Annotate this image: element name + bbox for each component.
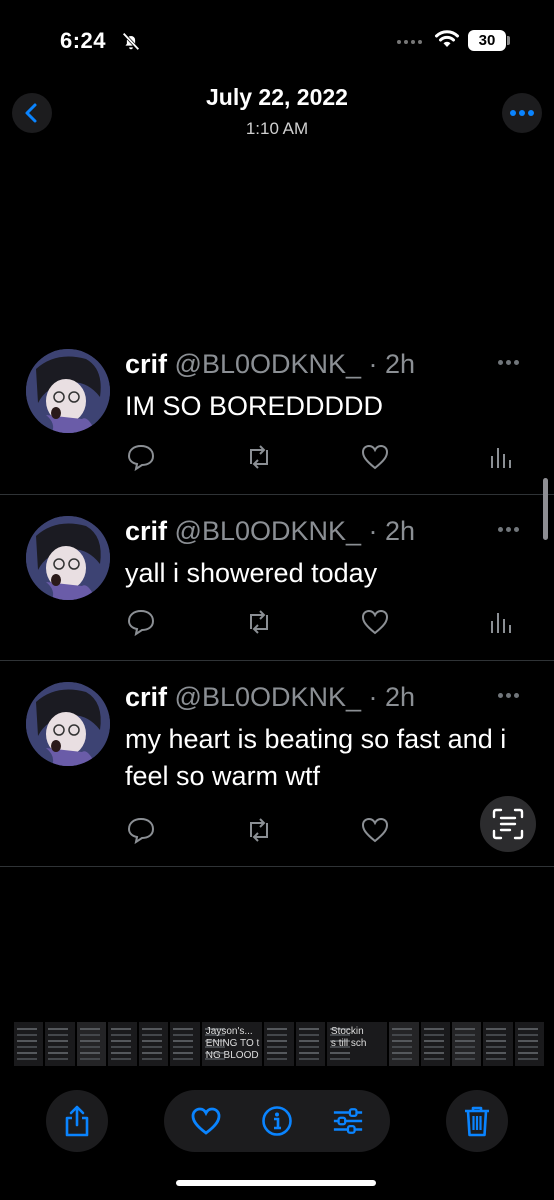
like-icon[interactable] (360, 815, 390, 845)
home-indicator[interactable] (176, 1180, 376, 1186)
more-button[interactable] (502, 93, 542, 133)
thumbnail[interactable] (14, 1022, 44, 1066)
bell-muted-icon (122, 32, 140, 51)
tweet-more-icon[interactable] (498, 693, 522, 699)
reply-icon[interactable] (126, 442, 156, 472)
battery-indicator: 30 (468, 30, 506, 51)
retweet-icon[interactable] (244, 607, 274, 637)
tweet-header: crif @BL0ODKNK_ · 2h (125, 349, 415, 380)
info-button[interactable] (261, 1105, 293, 1137)
avatar[interactable] (26, 682, 110, 766)
thumbnail[interactable] (76, 1022, 106, 1066)
tweet-author-name[interactable]: crif (125, 349, 167, 379)
thumbnail[interactable] (139, 1022, 169, 1066)
favorite-button[interactable] (190, 1105, 222, 1137)
thumbnail[interactable] (264, 1022, 294, 1066)
thumbnail[interactable] (420, 1022, 451, 1066)
tweet-text: IM SO BOREDDDDD (125, 391, 384, 421)
photo-actions-pill (164, 1090, 390, 1152)
heart-icon (191, 1107, 221, 1135)
retweet-icon[interactable] (244, 815, 274, 845)
tweet-more-icon[interactable] (498, 527, 522, 533)
thumbnail-strip[interactable]: Jayson's... ENING TO t NG BLOOD Stockin … (14, 1022, 544, 1066)
delete-button[interactable] (446, 1090, 508, 1152)
tweet-author-name[interactable]: crif (125, 682, 167, 712)
thumbnail[interactable] (295, 1022, 325, 1066)
avatar[interactable] (26, 516, 110, 600)
like-icon[interactable] (360, 442, 390, 472)
thumbnail[interactable] (389, 1022, 419, 1066)
share-icon (65, 1105, 89, 1137)
tweet-more-icon[interactable] (498, 360, 522, 366)
adjust-button[interactable] (332, 1105, 364, 1137)
tweet-header: crif @BL0ODKNK_ · 2h (125, 516, 415, 547)
tweet-separator (0, 866, 554, 867)
retweet-icon[interactable] (244, 442, 274, 472)
reply-icon[interactable] (126, 607, 156, 637)
reply-icon[interactable] (126, 815, 156, 845)
status-bar: 6:24 30 (0, 0, 554, 80)
thumbnail[interactable] (107, 1022, 138, 1066)
tweet-header: crif @BL0ODKNK_ · 2h (125, 682, 415, 713)
trash-icon (465, 1106, 489, 1137)
thumbnail[interactable] (514, 1022, 544, 1066)
tweet-text: my heart is beating so fast and i feel s… (125, 724, 507, 791)
thumbnail[interactable] (452, 1022, 482, 1066)
tweet-text: yall i showered today (125, 558, 378, 588)
battery-cap (507, 36, 510, 45)
tweet-author-name[interactable]: crif (125, 516, 167, 546)
adjust-icon (333, 1108, 363, 1134)
thumbnail[interactable] (45, 1022, 75, 1066)
cellular-signal-icon (397, 40, 422, 44)
like-icon[interactable] (360, 607, 390, 637)
thumbnail[interactable] (483, 1022, 513, 1066)
thumbnail-current[interactable]: Jayson's... ENING TO t NG BLOOD (201, 1022, 263, 1066)
status-time: 6:24 (60, 28, 107, 53)
info-icon (262, 1106, 292, 1136)
photo-date: July 22, 2022 (206, 84, 348, 110)
tweet-handle-time: @BL0ODKNK_ · 2h (174, 516, 416, 546)
analytics-icon[interactable] (486, 607, 516, 637)
tweet-separator (0, 660, 554, 661)
photo-time: 1:10 AM (245, 119, 309, 138)
scroll-indicator[interactable] (543, 478, 548, 540)
live-text-icon (492, 808, 524, 840)
tweet-handle-time: @BL0ODKNK_ · 2h (174, 349, 416, 379)
live-text-button[interactable] (480, 796, 536, 852)
thumbnail[interactable] (170, 1022, 200, 1066)
tweet-separator (0, 494, 554, 495)
thumbnail[interactable]: Stockin s till sch (326, 1022, 388, 1066)
share-button[interactable] (46, 1090, 108, 1152)
more-icon (510, 110, 534, 116)
analytics-icon[interactable] (486, 442, 516, 472)
wifi-icon (435, 30, 459, 47)
tweet-handle-time: @BL0ODKNK_ · 2h (174, 682, 416, 712)
avatar[interactable] (26, 349, 110, 433)
